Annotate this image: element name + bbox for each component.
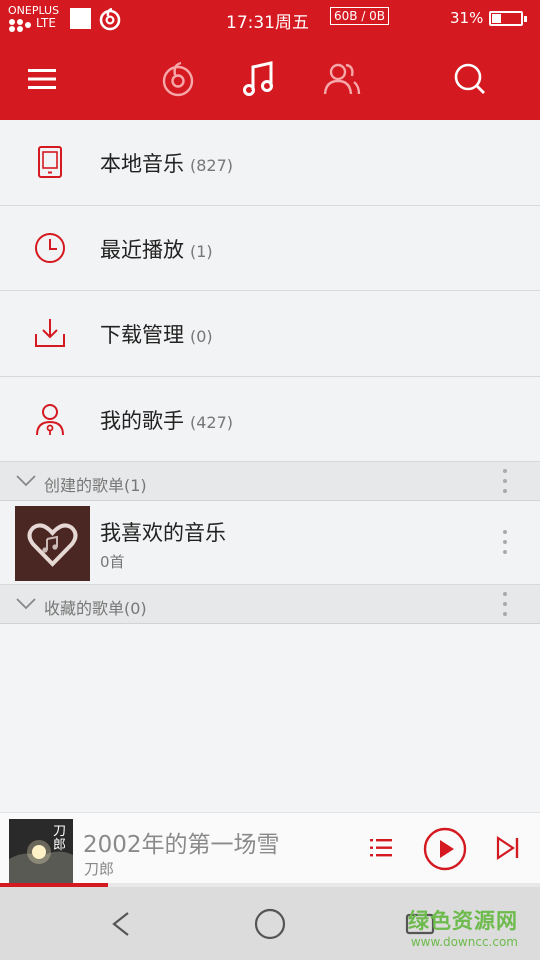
mini-player[interactable]: 刀郎 2002年的第一场雪 刀郎 (0, 812, 540, 885)
phone-icon (38, 146, 62, 178)
top-nav-bar (0, 38, 540, 120)
album-art-text: 刀郎 (53, 824, 67, 853)
playlist-icon[interactable] (366, 833, 396, 863)
album-art[interactable]: 刀郎 (9, 819, 73, 883)
chevron-down-icon (16, 598, 36, 610)
carrier-logo-icon (9, 19, 33, 33)
watermark: 绿色资源网 www.downcc.com (408, 905, 518, 949)
more-options-icon[interactable] (501, 592, 509, 618)
singer-icon (36, 403, 64, 435)
clock-text: 17:31周五 (226, 13, 309, 33)
netease-music-icon[interactable] (156, 57, 200, 101)
watermark-url: www.downcc.com (410, 935, 518, 949)
play-button[interactable] (422, 826, 468, 872)
playlist-item[interactable]: 我喜欢的音乐 0首 (0, 501, 540, 585)
download-icon (35, 319, 65, 347)
song-artist: 刀郎 (84, 860, 115, 878)
clock-icon (35, 232, 65, 263)
menu-count: (427) (190, 412, 234, 432)
menu-count: (1) (190, 241, 213, 261)
menu-title: 我的歌手 (100, 408, 184, 433)
battery-percent: 31% (450, 9, 484, 27)
home-icon[interactable] (252, 907, 288, 941)
section-title: 创建的歌单(1) (44, 476, 147, 495)
main-menu: 本地音乐 (827) 最近播放 (1) 下载管理 (0) 我的歌手 (427) 创建的歌… (0, 120, 540, 624)
chevron-down-icon (16, 475, 36, 487)
menu-icon[interactable] (20, 57, 64, 101)
menu-title: 最近播放 (100, 237, 184, 262)
menu-count: (827) (190, 156, 234, 175)
status-bar: ONEPLUS LTE 17:31周五 60B / 0B 31% (0, 0, 540, 38)
menu-label: 本地音乐 (827) (100, 148, 233, 178)
section-title: 收藏的歌单(0) (44, 599, 147, 618)
recent-play-item[interactable]: 最近播放 (1) (0, 205, 540, 291)
menu-count: (0) (190, 327, 213, 346)
friends-icon[interactable] (320, 57, 364, 101)
playlist-count: 0首 (100, 553, 125, 571)
menu-label: 我的歌手 (427) (100, 405, 233, 435)
more-options-icon[interactable] (501, 469, 509, 495)
my-singers-item[interactable]: 我的歌手 (427) (0, 376, 540, 462)
battery-icon (489, 11, 527, 26)
net-speed: 60B / 0B (330, 7, 390, 25)
playlist-name: 我喜欢的音乐 (100, 521, 226, 545)
created-playlists-header[interactable]: 创建的歌单(1) (0, 462, 540, 501)
notification-icon (70, 8, 91, 29)
search-icon[interactable] (448, 57, 492, 101)
more-options-icon[interactable] (501, 530, 509, 556)
netease-notification-icon (99, 7, 121, 31)
heart-cover-icon (15, 506, 90, 581)
menu-title: 下载管理 (100, 323, 184, 347)
system-nav-bar: 绿色资源网 www.downcc.com (0, 887, 540, 960)
next-track-button[interactable] (492, 833, 524, 865)
song-title: 2002年的第一场雪 (83, 832, 280, 858)
local-music-item[interactable]: 本地音乐 (827) (0, 120, 540, 206)
playlist-cover (15, 506, 90, 581)
music-note-icon[interactable] (238, 57, 282, 101)
download-manager-item[interactable]: 下载管理 (0) (0, 291, 540, 377)
menu-label: 下载管理 (0) (100, 319, 213, 349)
menu-title: 本地音乐 (100, 152, 184, 176)
back-icon[interactable] (106, 907, 136, 941)
watermark-title: 绿色资源网 (408, 909, 518, 933)
collected-playlists-header[interactable]: 收藏的歌单(0) (0, 585, 540, 624)
menu-label: 最近播放 (1) (100, 234, 213, 264)
